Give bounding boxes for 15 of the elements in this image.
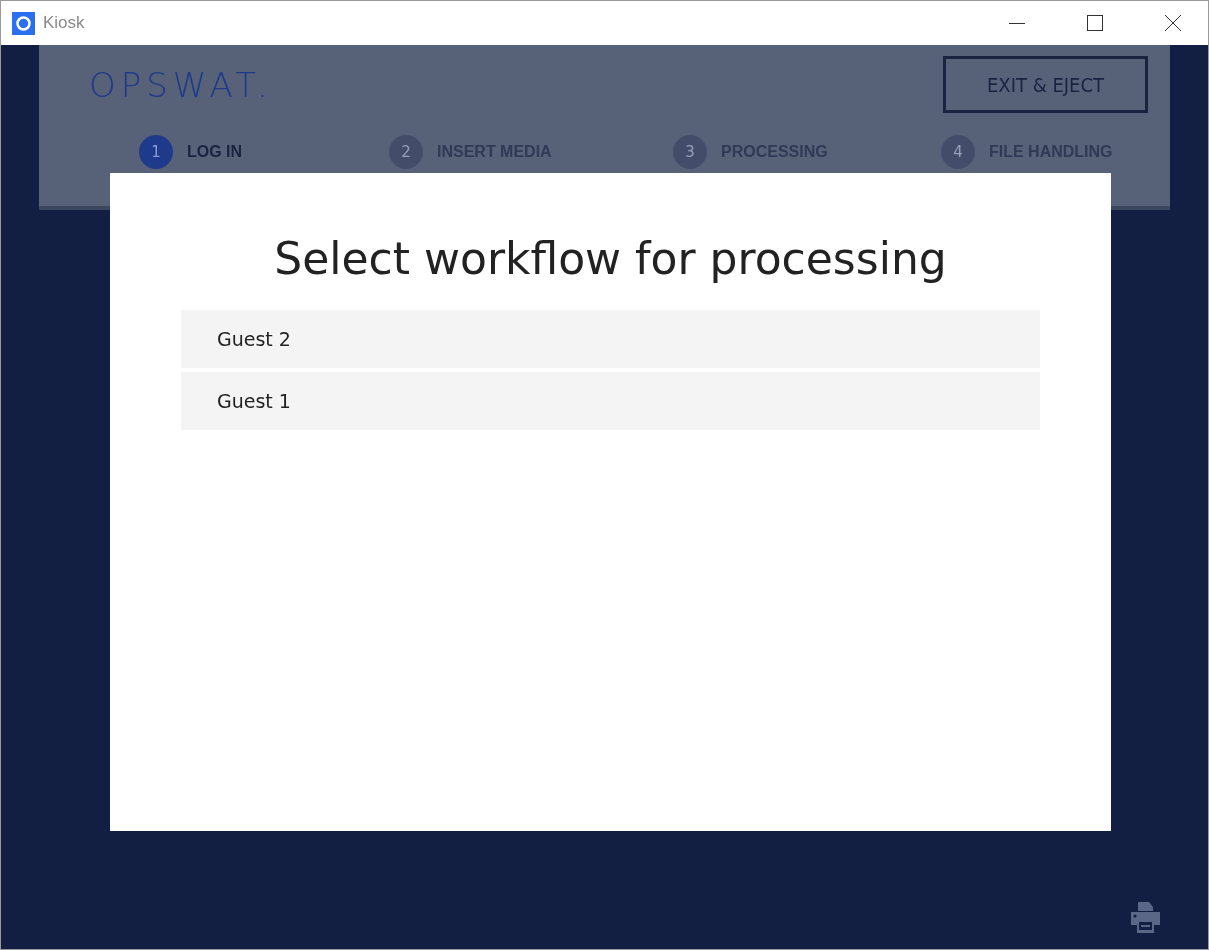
- close-icon: [1165, 15, 1181, 31]
- maximize-icon: [1087, 15, 1103, 31]
- step-number: 1: [139, 135, 173, 169]
- app-icon: [12, 11, 35, 35]
- minimize-icon: [1009, 22, 1025, 24]
- step-label: LOG IN: [187, 143, 243, 161]
- window-title: Kiosk: [43, 13, 86, 33]
- workflow-item[interactable]: Guest 1: [181, 372, 1040, 430]
- workflow-item[interactable]: Guest 2: [181, 310, 1040, 368]
- step-number: 3: [673, 135, 707, 169]
- printer-icon[interactable]: [1130, 902, 1161, 933]
- dialog-title: Select workflow for processing: [274, 233, 947, 284]
- step-number: 4: [941, 135, 975, 169]
- logo: OPSWAT.: [89, 64, 273, 105]
- step-number: 2: [389, 135, 423, 169]
